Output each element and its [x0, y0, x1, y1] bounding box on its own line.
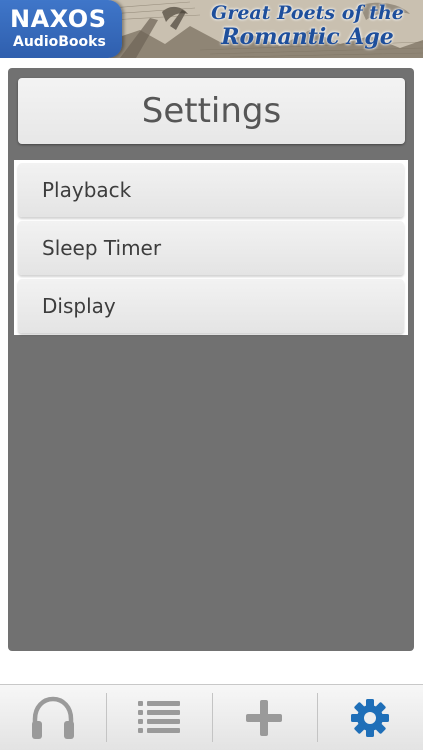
- naxos-logo: NAXOS AudioBooks: [0, 0, 122, 58]
- settings-item-label: Display: [42, 294, 116, 318]
- settings-header: Settings: [18, 78, 405, 144]
- settings-item-label: Playback: [42, 178, 132, 202]
- headphones-icon: [31, 696, 74, 739]
- logo-subtitle: AudioBooks: [13, 34, 106, 50]
- settings-item-playback[interactable]: Playback: [18, 163, 404, 217]
- logo-name: NAXOS: [10, 5, 107, 33]
- settings-item-sleep-timer[interactable]: Sleep Timer: [18, 221, 404, 275]
- tab-player[interactable]: [0, 685, 106, 750]
- app-banner: NAXOS AudioBooks Great Poets of the Roma…: [0, 0, 423, 58]
- settings-item-display[interactable]: Display: [18, 279, 404, 333]
- settings-panel: Settings Playback Sleep Timer Display: [8, 68, 414, 651]
- tab-more[interactable]: [211, 685, 318, 750]
- settings-item-label: Sleep Timer: [42, 236, 162, 260]
- audiobook-title-line2: Romantic Age: [221, 24, 394, 50]
- tab-chapters[interactable]: [105, 685, 212, 750]
- audiobook-title-line1: Great Poets of the: [211, 2, 404, 24]
- list-icon: [137, 700, 180, 733]
- settings-menu: Playback Sleep Timer Display: [14, 160, 408, 335]
- page-title: Settings: [141, 91, 282, 131]
- bottom-tab-bar: [0, 684, 423, 750]
- plus-icon: [246, 699, 283, 736]
- gear-icon: [351, 698, 390, 737]
- tab-settings[interactable]: [317, 685, 423, 750]
- audiobook-title: Great Poets of the Romantic Age: [192, 1, 423, 49]
